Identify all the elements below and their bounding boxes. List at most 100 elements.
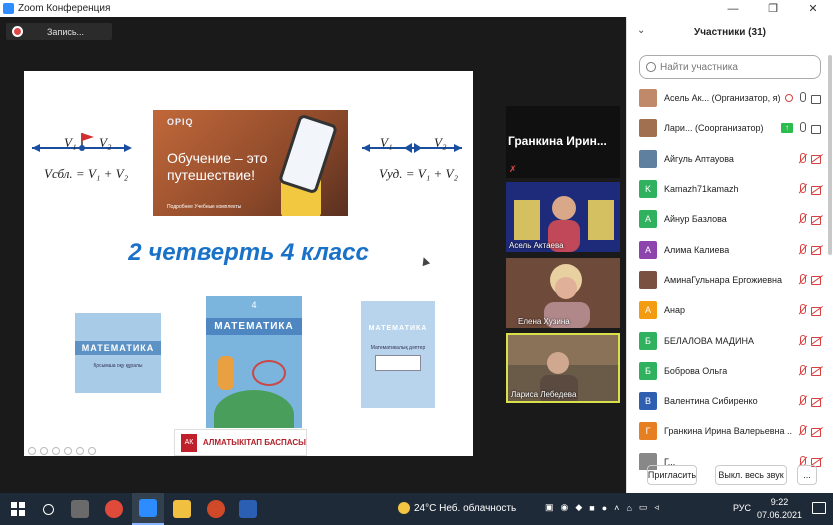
- participant-status-icons: ↑: [781, 122, 823, 134]
- participant-row[interactable]: А Анар: [627, 295, 827, 325]
- participant-name: Лари... (Соорганизатор): [664, 123, 764, 134]
- camera-off-icon[interactable]: [811, 306, 823, 316]
- participant-row[interactable]: Г Гранкина Ирина Валерьевна ...: [627, 416, 827, 446]
- taskbar-zoom[interactable]: [132, 493, 164, 525]
- mic-muted-icon[interactable]: [797, 213, 807, 225]
- network-icon[interactable]: ▭: [639, 502, 648, 513]
- participant-name: Боброва Ольга: [664, 365, 728, 376]
- phone-illustration: [277, 113, 339, 195]
- window-title: Zoom Конференция: [18, 3, 111, 14]
- book1-subtitle: Қосымша оқу құралы: [93, 363, 143, 369]
- close-button[interactable]: ✕: [793, 0, 833, 17]
- publisher-name: АЛМАТЫКІТАП БАСПАСЫ: [202, 438, 306, 447]
- search-taskbar-button[interactable]: [32, 493, 64, 525]
- mic-muted-icon[interactable]: [797, 364, 807, 377]
- language-indicator[interactable]: РУС: [733, 503, 751, 513]
- camera-off-icon[interactable]: [811, 336, 823, 347]
- formula-right-v2: V₂: [434, 135, 447, 150]
- clock[interactable]: 9:22 07.06.2021: [757, 496, 802, 522]
- participant-row[interactable]: Б БЕЛАЛОВА МАДИНА: [627, 325, 827, 355]
- tray-icon[interactable]: ◆: [575, 502, 582, 513]
- participant-row[interactable]: А Алима Калиева: [627, 234, 827, 264]
- more-button[interactable]: ...: [797, 465, 817, 485]
- camera-off-icon[interactable]: [811, 397, 823, 407]
- tray-icon[interactable]: ▣: [545, 502, 554, 513]
- camera-off-icon[interactable]: [811, 275, 823, 286]
- participant-status-icons: [797, 364, 823, 377]
- chevron-up-icon[interactable]: ˄: [614, 503, 619, 513]
- windows-icon: [11, 502, 25, 516]
- start-button[interactable]: [2, 493, 34, 525]
- camera-icon[interactable]: [811, 94, 823, 104]
- slide-control-icon[interactable]: [76, 447, 84, 455]
- tray-icon[interactable]: ●: [602, 503, 607, 513]
- tray-icon[interactable]: ⌂: [626, 503, 631, 513]
- camera-off-icon[interactable]: [811, 154, 823, 165]
- slide-control-icon[interactable]: [88, 447, 96, 455]
- participant-row[interactable]: В Валентина Сибиренко: [627, 386, 827, 416]
- video-tile-aktaeva[interactable]: Асель Актаева: [506, 182, 620, 252]
- tray-icon[interactable]: ◉: [561, 502, 569, 513]
- tray-icon[interactable]: ■: [589, 503, 594, 513]
- weather-widget[interactable]: 24°C Неб. облачность: [398, 502, 516, 514]
- mute-all-button[interactable]: Выкл. весь звук: [715, 465, 787, 485]
- scrollbar[interactable]: [828, 55, 832, 255]
- camera-off-icon[interactable]: [811, 245, 823, 256]
- mic-muted-icon[interactable]: [797, 243, 807, 256]
- participant-row[interactable]: Лари... (Соорганизатор) ↑: [627, 113, 827, 143]
- mic-icon[interactable]: [797, 92, 807, 104]
- mic-muted-icon[interactable]: [797, 395, 807, 407]
- record-icon: [12, 26, 23, 37]
- restore-button[interactable]: ❐: [753, 0, 793, 17]
- mic-muted-icon[interactable]: [797, 425, 807, 437]
- participant-row[interactable]: K Kamazh71kamazh: [627, 174, 827, 204]
- video-tile-grankina[interactable]: Гранкина Ирин... ✗: [506, 106, 620, 178]
- participant-search[interactable]: [639, 55, 821, 79]
- search-input[interactable]: [660, 61, 820, 73]
- camera-off-icon[interactable]: [811, 215, 823, 225]
- recording-indicator[interactable]: Запись...: [6, 23, 112, 40]
- book2-title: МАТЕМАТИКА: [206, 318, 302, 335]
- participant-row[interactable]: Айгуль Аптауова: [627, 144, 827, 174]
- mic-muted-icon[interactable]: [797, 334, 807, 347]
- participant-row[interactable]: Б Боброва Ольга: [627, 356, 827, 386]
- participant-row[interactable]: Асель Ак... (Организатор, я): [627, 83, 827, 113]
- minimize-button[interactable]: —: [713, 0, 753, 17]
- slide-control-icon[interactable]: [64, 447, 72, 455]
- participant-status-icons: [797, 152, 823, 165]
- avatar: Г: [639, 422, 657, 441]
- mic-muted-icon[interactable]: [797, 183, 807, 195]
- slide-control-icon[interactable]: [52, 447, 60, 455]
- notification-icon[interactable]: [812, 502, 826, 514]
- taskbar-chrome[interactable]: [98, 493, 130, 525]
- book3-title: МАТЕМАТИКА: [368, 325, 428, 332]
- mic-muted-icon[interactable]: [797, 273, 807, 286]
- slide-control-icon[interactable]: [40, 447, 48, 455]
- video-tile-khuzina[interactable]: Елена Хузина: [506, 258, 620, 328]
- app-icon: [71, 500, 89, 518]
- participant-row[interactable]: АминаГульнара Ергожиевна: [627, 265, 827, 295]
- mic-muted-icon[interactable]: [797, 304, 807, 316]
- chrome-icon: [105, 500, 123, 518]
- camera-off-icon[interactable]: [811, 185, 823, 195]
- taskbar-app-1[interactable]: [64, 493, 96, 525]
- invite-button[interactable]: Пригласить: [647, 465, 697, 485]
- mic-icon[interactable]: [797, 122, 807, 134]
- camera-off-icon[interactable]: [811, 427, 823, 437]
- participant-list: Асель Ак... (Организатор, я) Лари... (Соо…: [627, 83, 827, 470]
- chevron-down-icon[interactable]: ⌄: [637, 25, 645, 36]
- taskbar-powerpoint[interactable]: [200, 493, 232, 525]
- opiq-banner: OPIQ Обучение – это путешествие! Подробн…: [153, 110, 348, 216]
- camera-off-icon[interactable]: [811, 366, 823, 377]
- mic-muted-icon[interactable]: [797, 152, 807, 165]
- slide-controls: [28, 447, 96, 455]
- slide-control-icon[interactable]: [28, 447, 36, 455]
- volume-icon[interactable]: ◃: [654, 502, 659, 513]
- taskbar-word[interactable]: [232, 493, 264, 525]
- avatar: [639, 89, 657, 108]
- taskbar-explorer[interactable]: [166, 493, 198, 525]
- camera-icon[interactable]: [811, 124, 823, 134]
- participant-row[interactable]: А Айнур Базлова: [627, 204, 827, 234]
- video-tile-lebedeva[interactable]: Лариса Лебедева: [506, 333, 620, 403]
- participant-name: Айнур Базлова: [664, 214, 727, 225]
